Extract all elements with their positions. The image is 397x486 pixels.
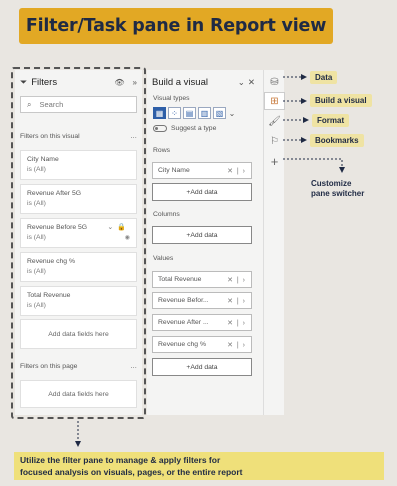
callout-customize-line1: Customize [311,179,352,188]
note-line2: focused analysis on visuals, pages, or t… [20,467,243,477]
note-line1: Utilize the filter pane to manage & appl… [20,455,221,465]
callout-customize-line2: pane switcher [311,189,365,198]
annotation-arrows [75,74,345,447]
callout-data: Data [310,71,338,84]
callout-format: Format [312,114,350,127]
callout-build-visual: Build a visual [310,94,372,107]
callout-customize: Customize pane switcher [311,179,364,199]
callout-bookmarks: Bookmarks [310,134,364,147]
bottom-note: Utilize the filter pane to manage & appl… [14,452,384,480]
